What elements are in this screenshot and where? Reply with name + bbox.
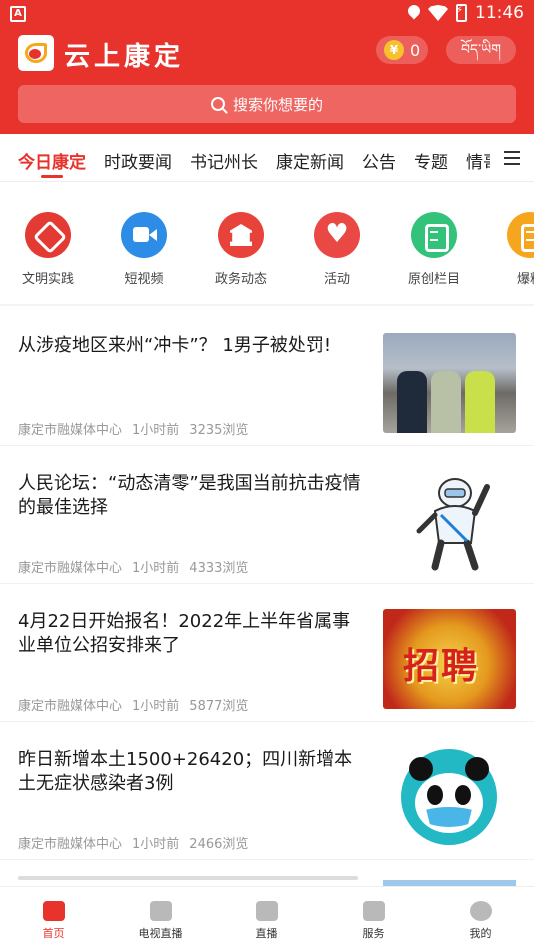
tab-notices[interactable]: 公告 <box>362 148 396 173</box>
tab-politics[interactable]: 时政要闻 <box>104 148 172 173</box>
battery-icon <box>456 4 467 22</box>
live-video-icon <box>255 901 278 921</box>
quick-link-original[interactable]: 原创栏目 <box>394 212 474 287</box>
search-bar[interactable]: 搜索你想要的 <box>18 85 516 123</box>
news-thumbnail: 招聘 <box>383 609 516 709</box>
location-icon <box>408 5 420 21</box>
news-views: 4333浏览 <box>189 561 249 576</box>
heart-icon <box>314 212 360 258</box>
wifi-icon <box>428 5 448 21</box>
nav-live[interactable]: 直播 <box>213 887 320 950</box>
news-source: 康定市融媒体中心 <box>18 837 123 852</box>
news-title: 人民论坛：“动态清零”是我国当前抗击疫情的最佳选择 <box>18 473 361 518</box>
news-time: 1小时前 <box>132 699 180 714</box>
news-item-partial <box>0 862 534 886</box>
quick-links: 文明实践 短视频 政务动态 活动 原创栏目 爆料 <box>0 212 534 302</box>
search-placeholder: 搜索你想要的 <box>232 95 323 114</box>
panda-mask-illustration <box>401 749 497 845</box>
tab-topics[interactable]: 专题 <box>414 148 448 173</box>
protective-suit-illustration <box>416 478 490 571</box>
status-time: 11:46 <box>475 3 524 23</box>
channel-tabs: 今日康定 时政要闻 书记州长 康定新闻 公告 专题 情哥 <box>0 134 534 182</box>
header: A 11:46 云上康定 ¥ 0 བོད་ཡིག 搜索你想要的 <box>0 0 534 134</box>
news-source: 康定市融媒体中心 <box>18 699 123 714</box>
nav-home[interactable]: 首页 <box>0 887 107 950</box>
home-icon <box>42 901 65 921</box>
document-icon <box>507 212 534 258</box>
news-title: 4月22日开始报名！2022年上半年省属事业单位公招安排来了 <box>18 611 351 656</box>
government-building-icon <box>218 212 264 258</box>
quick-link-tipoff[interactable]: 爆料 <box>490 212 534 287</box>
document-icon <box>411 212 457 258</box>
news-views: 2466浏览 <box>189 837 249 852</box>
quick-link-activities[interactable]: 活动 <box>297 212 377 287</box>
news-time: 1小时前 <box>132 561 180 576</box>
tibetan-language-button[interactable]: བོད་ཡིག <box>446 36 516 64</box>
app-screen: A 11:46 云上康定 ¥ 0 བོད་ཡིག 搜索你想要的 今日康定 时政要… <box>0 0 534 950</box>
news-thumbnail <box>383 747 516 847</box>
quick-link-civilization[interactable]: 文明实践 <box>8 212 88 287</box>
app-notification-icon: A <box>10 6 26 22</box>
coin-icon: ¥ <box>384 40 404 60</box>
news-thumbnail <box>383 333 516 433</box>
tab-leaders[interactable]: 书记州长 <box>190 148 258 173</box>
tv-icon <box>149 901 172 921</box>
news-item[interactable]: 4月22日开始报名！2022年上半年省属事业单位公招安排来了 康定市融媒体中心 … <box>0 584 534 722</box>
active-tab-indicator <box>41 175 63 178</box>
news-views: 3235浏览 <box>189 423 249 438</box>
news-item[interactable]: 从涉疫地区来州“冲卡”？ 1男子被处罚! 康定市融媒体中心 1小时前 3235浏… <box>0 308 534 446</box>
news-item[interactable]: 人民论坛：“动态清零”是我国当前抗击疫情的最佳选择 康定市融媒体中心 1小时前 … <box>0 446 534 584</box>
app-title: 云上康定 <box>64 42 185 72</box>
coin-balance-button[interactable]: ¥ 0 <box>376 36 428 64</box>
channel-menu-icon[interactable] <box>504 151 520 165</box>
quick-link-government[interactable]: 政务动态 <box>201 212 281 287</box>
news-source: 康定市融媒体中心 <box>18 423 123 438</box>
news-title: 昨日新增本土1500+26420；四川新增本土无症状感染者3例 <box>18 749 353 794</box>
coin-count: 0 <box>410 40 421 60</box>
news-source: 康定市融媒体中心 <box>18 561 123 576</box>
tab-kangding-news[interactable]: 康定新闻 <box>276 148 344 173</box>
news-item[interactable]: 昨日新增本土1500+26420；四川新增本土无症状感染者3例 康定市融媒体中心… <box>0 722 534 860</box>
news-title: 从涉疫地区来州“冲卡”？ 1男子被处罚! <box>18 335 332 356</box>
status-bar: A 11:46 <box>0 0 534 30</box>
hand-heart-icon <box>25 212 71 258</box>
tab-today-kangding[interactable]: 今日康定 <box>18 148 86 173</box>
recruitment-banner-text: 招聘 <box>403 645 480 687</box>
news-time: 1小时前 <box>132 837 180 852</box>
news-views: 5877浏览 <box>189 699 249 714</box>
profile-icon <box>469 901 492 921</box>
bottom-navigation: 首页 电视直播 直播 服务 我的 <box>0 886 534 950</box>
news-time: 1小时前 <box>132 423 180 438</box>
video-camera-icon <box>121 212 167 258</box>
nav-profile[interactable]: 我的 <box>427 887 534 950</box>
nav-tv-live[interactable]: 电视直播 <box>107 887 214 950</box>
grid-icon <box>362 901 385 921</box>
quick-link-short-video[interactable]: 短视频 <box>104 212 184 287</box>
nav-services[interactable]: 服务 <box>320 887 427 950</box>
app-logo <box>18 35 54 71</box>
search-icon <box>210 97 225 111</box>
news-thumbnail <box>383 471 516 571</box>
